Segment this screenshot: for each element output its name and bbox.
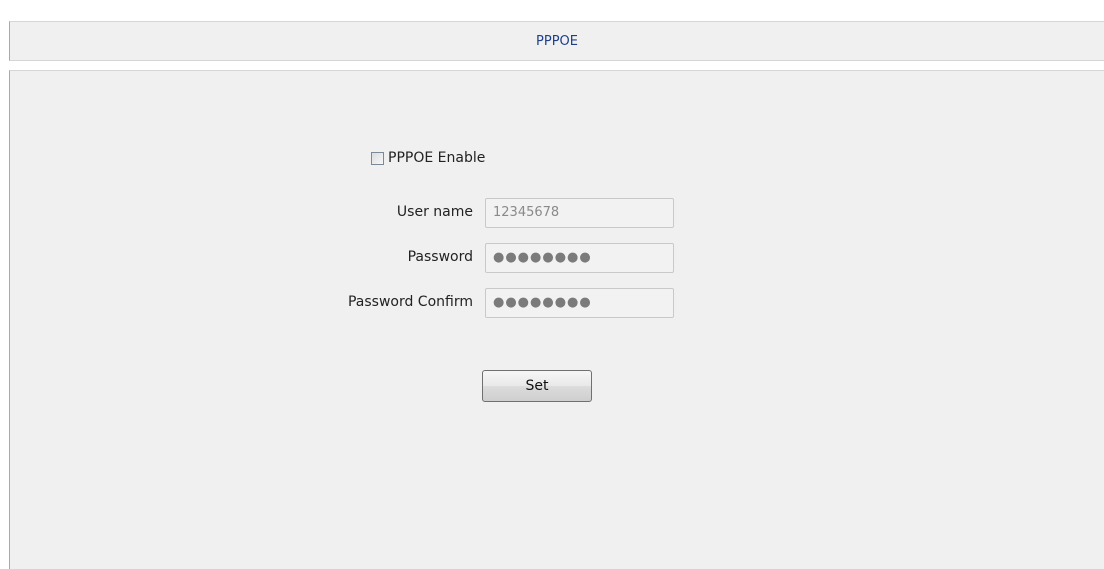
password-confirm-field[interactable]: ●●●●●●●● bbox=[485, 288, 674, 318]
header-bar: PPPOE bbox=[9, 21, 1104, 61]
username-label: User name bbox=[396, 204, 473, 220]
password-label: Password bbox=[407, 249, 473, 265]
pppoe-enable-checkbox[interactable] bbox=[371, 151, 384, 165]
pppoe-enable-row[interactable]: PPPOE Enable bbox=[371, 147, 485, 169]
pppoe-settings-panel bbox=[9, 70, 1104, 569]
pppoe-enable-label[interactable]: PPPOE Enable bbox=[388, 150, 485, 166]
set-button[interactable]: Set bbox=[482, 370, 592, 402]
username-field[interactable]: 12345678 bbox=[485, 198, 674, 228]
page-title: PPPOE bbox=[536, 34, 578, 49]
password-field[interactable]: ●●●●●●●● bbox=[485, 243, 674, 273]
password-confirm-label: Password Confirm bbox=[347, 294, 473, 310]
